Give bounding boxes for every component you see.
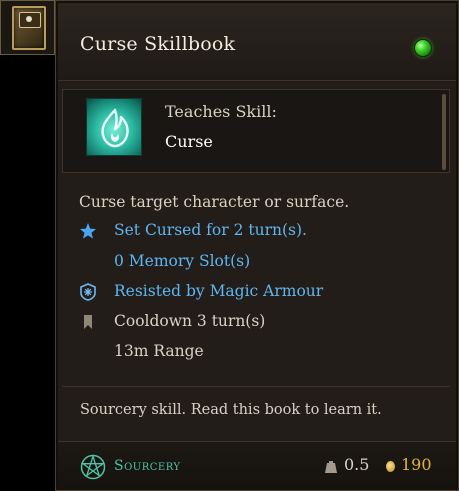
gold-coin-icon: [386, 461, 395, 472]
skillbook-icon: [12, 6, 46, 50]
item-title: Curse Skillbook: [80, 33, 236, 55]
item-value: 190: [401, 455, 432, 474]
bookmark-icon: [79, 313, 97, 331]
property-text: 0 Memory Slot(s): [114, 252, 251, 270]
curse-flame-icon: [86, 98, 142, 156]
scrollbar[interactable]: [442, 94, 446, 170]
item-tooltip: Curse Skillbook Teaches Skill: Curse Cur…: [55, 0, 459, 491]
item-slot[interactable]: [0, 0, 55, 55]
property-text: Resisted by Magic Armour: [114, 282, 324, 300]
weight-icon: [325, 459, 337, 478]
property-text: 13m Range: [114, 342, 204, 360]
teaches-skill-label: Teaches Skill:: [165, 102, 277, 121]
rarity-gem-icon: [414, 39, 432, 57]
footer-description: Sourcery skill. Read this book to learn …: [80, 402, 382, 418]
star-icon: [79, 222, 97, 240]
magic-armour-icon: [79, 283, 97, 301]
skill-description-area: Curse target character or surface. Set C…: [62, 181, 450, 381]
taught-skill-panel: Teaches Skill: Curse: [62, 89, 450, 173]
item-weight: 0.5: [344, 455, 370, 474]
property-text: Set Cursed for 2 turn(s).: [114, 221, 307, 239]
skill-name: Curse: [165, 132, 213, 151]
tooltip-header: Curse Skillbook: [58, 3, 456, 81]
skill-school: Sourcery: [114, 458, 181, 474]
pentagram-icon: [80, 454, 106, 484]
divider: [62, 386, 450, 387]
property-text: Cooldown 3 turn(s): [114, 312, 266, 330]
item-stats-bar: Sourcery 0.5 190: [58, 441, 456, 490]
skill-description: Curse target character or surface.: [79, 193, 350, 211]
